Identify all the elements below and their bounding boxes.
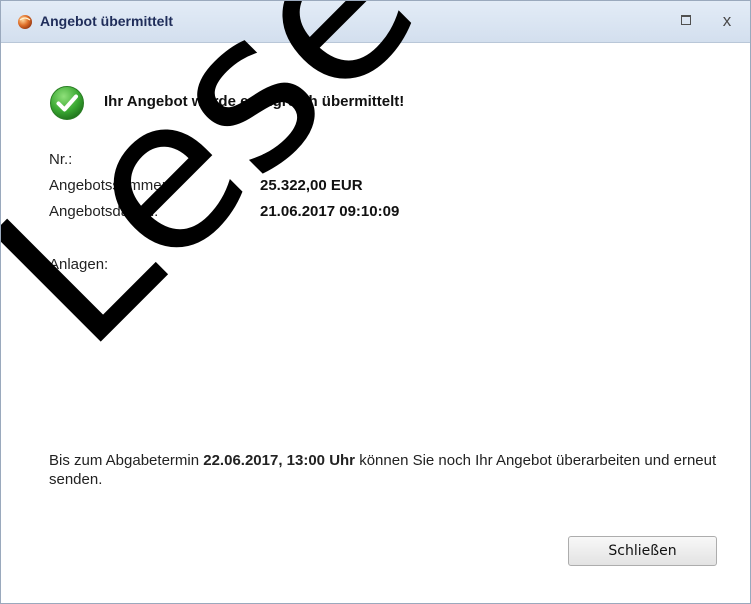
deadline-date: 22.06.2017, 13:00 Uhr (203, 452, 356, 469)
deadline-prefix: Bis zum Abgabetermin (49, 452, 204, 469)
success-headline: Ihr Angebot wurde erfolgreich übermittel… (104, 93, 405, 110)
dialog-window: Angebot übermittelt x Ihr Angebot wurde … (0, 0, 751, 604)
close-button[interactable]: Schließen (568, 536, 717, 566)
title-bar[interactable]: Angebot übermittelt x (1, 1, 750, 43)
maximize-icon (681, 14, 691, 25)
number-label: Nr.: (49, 151, 73, 168)
number-value: 1 (260, 151, 269, 168)
close-icon: x (722, 11, 732, 30)
offer-date-label: Angebotsdatum: (49, 203, 159, 220)
attachments-label: Anlagen: (49, 256, 109, 273)
deadline-notice: Bis zum Abgabetermin 22.06.2017, 13:00 U… (49, 451, 739, 489)
app-orb-icon (18, 15, 32, 29)
check-circle-icon (50, 86, 84, 120)
offer-date-value: 21.06.2017 09:10:09 (260, 203, 400, 220)
offer-sum-label: Angebotssumme: (49, 177, 166, 194)
offer-sum-value: 25.322,00 EUR (260, 177, 363, 194)
dialog-content: Ihr Angebot wurde erfolgreich übermittel… (1, 43, 750, 603)
window-title: Angebot übermittelt (40, 13, 173, 29)
close-window-button[interactable]: x (714, 10, 740, 32)
maximize-button[interactable] (673, 10, 699, 32)
